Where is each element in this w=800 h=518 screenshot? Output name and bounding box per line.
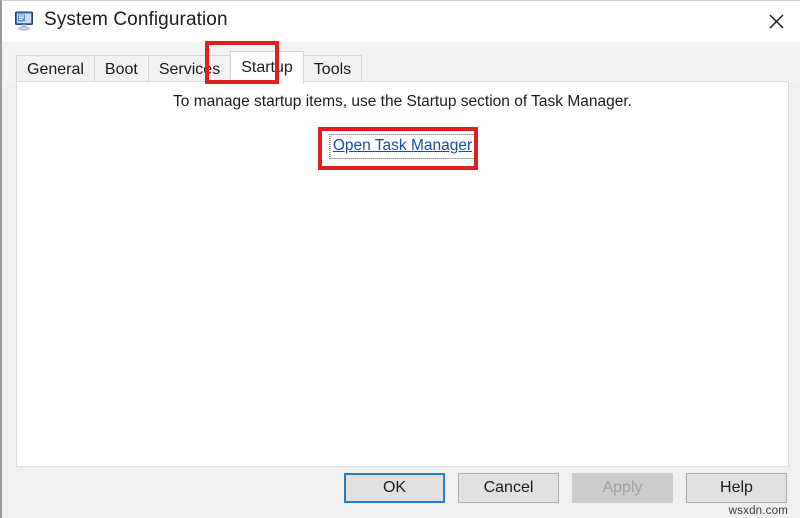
tab-label: General [27,61,84,79]
tab-boot[interactable]: Boot [94,55,149,84]
button-label: Apply [602,479,642,497]
watermark: wsxdn.com [729,505,788,517]
help-button[interactable]: Help [686,473,787,503]
open-task-manager-link[interactable]: Open Task Manager [329,134,476,159]
title-bar: System Configuration [2,1,800,42]
tab-label: Startup [241,59,293,77]
tab-tools[interactable]: Tools [303,55,362,84]
ok-button[interactable]: OK [344,473,445,503]
dialog-footer: OK Cancel Apply Help wsxdn.com [2,467,800,518]
apply-button: Apply [572,473,673,503]
instruction-text: To manage startup items, use the Startup… [17,93,788,111]
system-configuration-monitor-icon [14,11,36,31]
tab-label: Boot [105,61,138,79]
tab-strip: General Boot Services Startup Tools [2,42,800,83]
window-title: System Configuration [44,9,228,31]
button-label: OK [383,479,406,497]
tab-general[interactable]: General [16,55,95,84]
close-icon[interactable] [753,1,800,41]
tab-label: Tools [314,61,351,79]
button-label: Cancel [484,479,534,497]
button-label: Help [720,479,753,497]
dialog-button-row: OK Cancel Apply Help [344,473,787,503]
tab-startup[interactable]: Startup [230,51,304,84]
tab-services[interactable]: Services [148,55,231,84]
tab-list: General Boot Services Startup Tools [16,50,361,84]
tab-label: Services [159,61,220,79]
system-configuration-window: System Configuration General Boot Servic… [0,0,800,518]
startup-tab-panel: To manage startup items, use the Startup… [16,81,789,467]
cancel-button[interactable]: Cancel [458,473,559,503]
